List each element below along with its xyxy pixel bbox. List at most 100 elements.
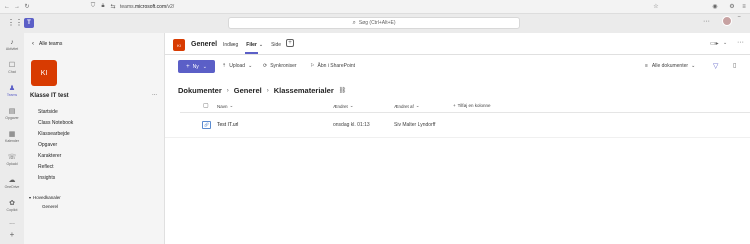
breadcrumb: Dokumenter › Generel › Klassematerialer ⛓ — [178, 86, 346, 95]
plus-icon: + — [453, 103, 456, 108]
search-input[interactable]: ⌕ Søg (Ctrl+Alt+E) — [228, 17, 520, 29]
rail-item-onedrive[interactable]: ☁ OneDrive — [0, 171, 24, 194]
rail-item-label: Copilot — [6, 207, 18, 212]
rail-item-label: Aktivitet — [5, 46, 19, 51]
app-launcher-icon[interactable]: ⋮⋮ — [7, 18, 23, 27]
rail-item-copilot[interactable]: ✿ Copilot — [0, 194, 24, 217]
extensions-icon[interactable]: ⚙ — [727, 3, 737, 10]
site-permissions-icon[interactable]: ⇆ — [108, 3, 118, 10]
team-panel: ‹ Alle teams KI Klasse IT test ... Start… — [24, 33, 165, 244]
add-tab-icon[interactable]: + — [286, 39, 294, 47]
header-modified-by[interactable]: Ændret af ⌄ — [394, 103, 420, 109]
search-icon: ⌕ — [352, 19, 356, 26]
more-options-icon[interactable]: ··· — [703, 18, 710, 25]
tab-label: Indlæg — [223, 42, 239, 48]
breadcrumb-item[interactable]: Dokumenter — [178, 86, 222, 95]
breadcrumb-item[interactable]: Generel — [234, 86, 262, 95]
channel-title: Generel — [191, 41, 218, 48]
rail-item-label: Opgaver — [5, 115, 19, 120]
breadcrumb-item[interactable]: Klassematerialer — [274, 86, 334, 95]
calendar-icon: ▦ — [8, 130, 16, 138]
back-arrow-icon[interactable]: ← — [2, 4, 12, 10]
channels-group-header[interactable]: ▾ Hovedkanaler — [29, 195, 61, 200]
tab-side[interactable]: Side — [271, 42, 281, 48]
shield-icon[interactable]: ⛉ — [88, 3, 98, 10]
minimize-icon[interactable]: ‾ — [738, 17, 740, 24]
header-label: Tilføj en kolonne — [457, 103, 491, 108]
rail-item-label: Kalender — [4, 138, 19, 143]
rail-item-opgaver[interactable]: ▤ Opgaver — [0, 102, 24, 125]
team-nav: Startside Class Notebook Klassearbejde Opga… — [38, 107, 73, 184]
info-pane-icon[interactable]: ▯ — [733, 62, 736, 69]
link-file-icon: 🔗︎ — [202, 121, 211, 129]
chevron-left-icon: ‹ — [32, 41, 34, 47]
header-label: Ændret — [333, 103, 348, 109]
address-bar[interactable]: teams.microsoft.com/v2/ — [120, 4, 174, 10]
sync-icon: ⟳ — [263, 63, 268, 69]
tab-filer[interactable]: Filer ⌄ — [246, 42, 263, 48]
team-nav-item[interactable]: Opgaver — [38, 140, 73, 151]
open-sharepoint-button[interactable]: ⚐ Åbn i SharePoint — [310, 63, 355, 69]
documents-view-dropdown[interactable]: ≡ Alle dokumenter ⌄ — [645, 63, 695, 69]
phone-icon: ☏ — [7, 153, 17, 161]
teams-topbar: ⋮⋮ T ⌕ Søg (Ctrl+Alt+E) ··· ‾ — [0, 14, 750, 33]
rail-item-chat[interactable]: ☐ Chat — [0, 56, 24, 79]
cloud-icon: ☁ — [8, 176, 16, 184]
rail-item-kalender[interactable]: ▦ Kalender — [0, 125, 24, 148]
browser-toolbar: ← → ↻ ⛉ 🔒︎ ⇆ teams.microsoft.com/v2/ ☆ ◉… — [0, 0, 750, 14]
rail-item-label: Chat — [8, 69, 16, 74]
more-apps-icon[interactable]: ... — [0, 219, 24, 226]
tab-chevron-icon: ⌄ — [258, 42, 264, 48]
list-view-icon: ≡ — [645, 63, 648, 69]
team-avatar: KI — [31, 60, 57, 86]
team-nav-item[interactable]: Klassearbejde — [38, 129, 73, 140]
header-label: Ændret af — [394, 103, 414, 109]
table-row[interactable]: 🔗︎ Test IT.url onsdag kl. 01:13 Siv Malter … — [165, 113, 750, 138]
teams-logo-icon: T — [24, 18, 34, 28]
add-app-icon[interactable]: + — [0, 230, 24, 239]
rail-item-opkald[interactable]: ☏ Opkald — [0, 148, 24, 171]
file-modified-by[interactable]: Siv Malter Lyndorff — [394, 122, 435, 128]
bookmark-star-icon[interactable]: ☆ — [651, 3, 661, 10]
caret-down-icon: ▾ — [29, 195, 32, 200]
menu-icon[interactable]: ≡ — [739, 4, 749, 10]
rail-item-label: Teams — [6, 92, 18, 97]
sync-button[interactable]: ⟳ Synkroniser — [263, 63, 297, 69]
file-name[interactable]: Test IT.url — [217, 122, 238, 128]
upload-button[interactable]: ⇡ Upload ⌄ — [222, 63, 252, 69]
chevron-down-icon: ⌄ — [415, 103, 420, 108]
filter-icon[interactable]: ▽ — [713, 62, 718, 70]
table-body: 🔗︎ Test IT.url onsdag kl. 01:13 Siv Malter … — [165, 113, 750, 138]
channel-more-icon[interactable]: ··· — [737, 39, 744, 46]
header-add-column[interactable]: + Tilføj en kolonne — [453, 103, 491, 108]
forward-arrow-icon[interactable]: → — [12, 4, 22, 10]
avatar[interactable] — [722, 16, 732, 26]
reload-icon[interactable]: ↻ — [22, 3, 32, 10]
back-to-teams-link[interactable]: ‹ Alle teams — [32, 41, 62, 47]
breadcrumb-separator-icon: › — [266, 87, 269, 94]
tab-label: Filer — [246, 42, 257, 48]
header-modified[interactable]: Ændret ⌄ — [333, 103, 354, 109]
rail-item-teams[interactable]: ♟ Teams — [0, 79, 24, 102]
lock-icon[interactable]: 🔒︎ — [98, 3, 108, 10]
share-link-icon[interactable]: ⛓ — [339, 87, 347, 94]
tab-label: Side — [271, 42, 282, 48]
file-modified: onsdag kl. 01:13 — [333, 122, 370, 128]
team-nav-item[interactable]: Insights — [38, 173, 73, 184]
meet-dropdown-icon[interactable]: ⌄ — [723, 40, 727, 46]
channel-item[interactable]: Generel — [42, 204, 58, 209]
team-nav-item[interactable]: Class Notebook — [38, 118, 73, 129]
team-nav-item[interactable]: Startside — [38, 107, 73, 118]
team-nav-item[interactable]: Karakterer — [38, 151, 73, 162]
pocket-icon[interactable]: ◉ — [710, 3, 720, 10]
bell-icon: ♪ — [10, 38, 14, 46]
meet-video-icon[interactable]: ▭▸ — [710, 40, 719, 47]
header-divider — [165, 54, 750, 55]
copilot-icon: ✿ — [9, 199, 15, 207]
new-button[interactable]: + Ny ⌄ — [178, 60, 215, 73]
tab-indlæg[interactable]: Indlæg — [223, 42, 238, 48]
header-name[interactable]: Navn ⌄ — [217, 103, 233, 109]
team-more-icon[interactable]: ... — [152, 91, 157, 97]
team-nav-item[interactable]: Reflect — [38, 162, 73, 173]
rail-item-aktivitet[interactable]: ♪ Aktivitet — [0, 33, 24, 56]
